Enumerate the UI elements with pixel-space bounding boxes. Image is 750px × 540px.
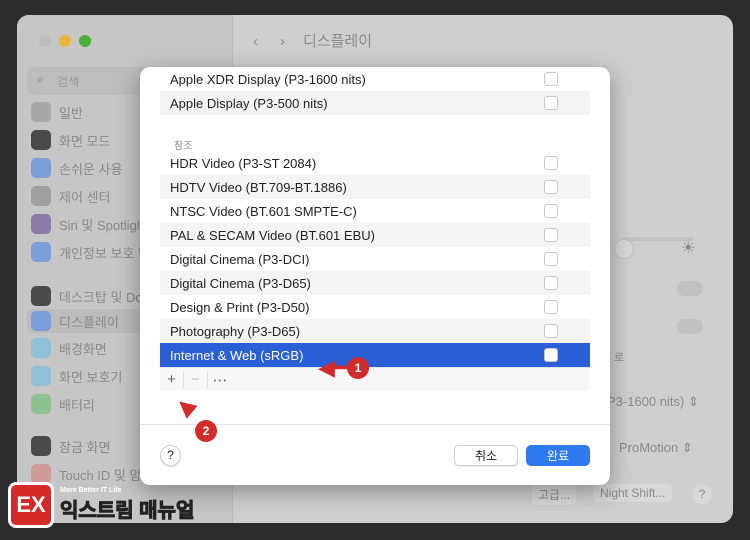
sidebar-item[interactable]: 제어 센터	[31, 184, 110, 208]
forward-icon[interactable]: ›	[280, 33, 285, 50]
sidebar-item[interactable]: Siri 및 Spotlight	[31, 212, 148, 236]
sidebar-icon	[31, 158, 51, 178]
sidebar-icon	[31, 186, 51, 206]
sidebar-item[interactable]: 잠금 화면	[31, 434, 110, 458]
checkbox[interactable]	[544, 324, 558, 338]
section-header: 참조	[174, 141, 193, 152]
watermark: EX More Better IT Life 익스트림 매뉴얼	[8, 482, 195, 528]
close-button[interactable]	[39, 35, 51, 47]
list-item[interactable]: HDTV Video (BT.709-BT.1886)	[160, 175, 590, 199]
preset-select[interactable]: P3-1600 nits) ⇕	[607, 394, 699, 410]
option-text: 로	[614, 352, 625, 364]
checkbox[interactable]	[544, 252, 558, 266]
zoom-button[interactable]	[79, 35, 91, 47]
checkbox[interactable]	[544, 228, 558, 242]
toggle-1[interactable]	[677, 281, 703, 296]
page-header: ‹ › 디스플레이	[253, 30, 372, 51]
checkbox[interactable]	[544, 276, 558, 290]
sidebar-icon	[31, 214, 51, 234]
sun-icon: ☀	[681, 240, 696, 257]
list-item[interactable]: NTSC Video (BT.601 SMPTE-C)	[160, 199, 590, 223]
checkbox[interactable]	[544, 348, 558, 362]
list-item[interactable]: Design & Print (P3-D50)	[160, 295, 590, 319]
checkbox[interactable]	[544, 72, 558, 86]
list-item[interactable]: Digital Cinema (P3-D65)	[160, 271, 590, 295]
sidebar-item[interactable]: 배경화면	[31, 336, 107, 360]
add-button[interactable]: +	[160, 371, 184, 388]
sidebar-item[interactable]: 손쉬운 사용	[31, 156, 122, 180]
list-item[interactable]: Internet & Web (sRGB)	[160, 343, 590, 367]
annotation-badge-1: 1	[347, 357, 369, 379]
done-button[interactable]: 완료	[526, 445, 590, 466]
help-button[interactable]: ?	[692, 484, 712, 504]
minimize-button[interactable]	[59, 35, 71, 47]
night-shift-button[interactable]: Night Shift...	[593, 484, 673, 502]
advanced-button[interactable]: 고급...	[532, 484, 577, 505]
list-item[interactable]: Apple XDR Display (P3-1600 nits)	[160, 67, 590, 91]
list-item[interactable]: HDR Video (P3-ST 2084)	[160, 151, 590, 175]
cancel-button[interactable]: 취소	[454, 445, 518, 466]
slider-knob[interactable]	[614, 239, 634, 259]
sidebar-icon	[31, 311, 51, 331]
sidebar-icon	[31, 464, 51, 484]
arrow-1-icon: ◀━	[318, 355, 349, 380]
sidebar-item[interactable]: 일반	[31, 100, 83, 124]
refresh-select[interactable]: ProMotion ⇕	[619, 440, 693, 456]
list-item[interactable]: Digital Cinema (P3-DCI)	[160, 247, 590, 271]
preset-list: Apple XDR Display (P3-1600 nits) Apple D…	[160, 67, 590, 391]
list-toolbar: + − ⋯	[160, 367, 590, 391]
watermark-logo: EX	[8, 482, 54, 528]
sidebar-icon	[31, 286, 51, 306]
page-title: 디스플레이	[303, 33, 373, 50]
checkbox[interactable]	[544, 300, 558, 314]
remove-button[interactable]: −	[184, 371, 208, 388]
sidebar-item[interactable]: 배터리	[31, 392, 95, 416]
sidebar-icon	[31, 338, 51, 358]
checkbox[interactable]	[544, 204, 558, 218]
annotation-badge-2: 2	[195, 420, 217, 442]
sidebar-icon	[31, 394, 51, 414]
checkbox[interactable]	[544, 96, 558, 110]
watermark-name: 익스트림 매뉴얼	[59, 500, 195, 523]
back-icon[interactable]: ‹	[253, 33, 258, 50]
help-button[interactable]: ?	[160, 445, 181, 466]
sidebar-icon	[31, 130, 51, 150]
more-options-button[interactable]: ⋯	[208, 371, 232, 389]
sidebar-icon	[31, 436, 51, 456]
sidebar-item[interactable]: 데스크탑 및 Dock	[31, 284, 156, 308]
search-icon: ⌕	[37, 72, 44, 86]
checkbox[interactable]	[544, 180, 558, 194]
sidebar-icon	[31, 242, 51, 262]
sidebar-item[interactable]: 화면 모드	[31, 128, 110, 152]
list-item[interactable]: Apple Display (P3-500 nits)	[160, 91, 590, 115]
sidebar-icon	[31, 102, 51, 122]
watermark-tagline: More Better IT Life	[60, 487, 122, 494]
list-item[interactable]: PAL & SECAM Video (BT.601 EBU)	[160, 223, 590, 247]
toggle-2[interactable]	[677, 319, 703, 334]
list-item[interactable]: Photography (P3-D65)	[160, 319, 590, 343]
sidebar-icon	[31, 366, 51, 386]
checkbox[interactable]	[544, 156, 558, 170]
sidebar-item[interactable]: 화면 보호기	[31, 364, 122, 388]
